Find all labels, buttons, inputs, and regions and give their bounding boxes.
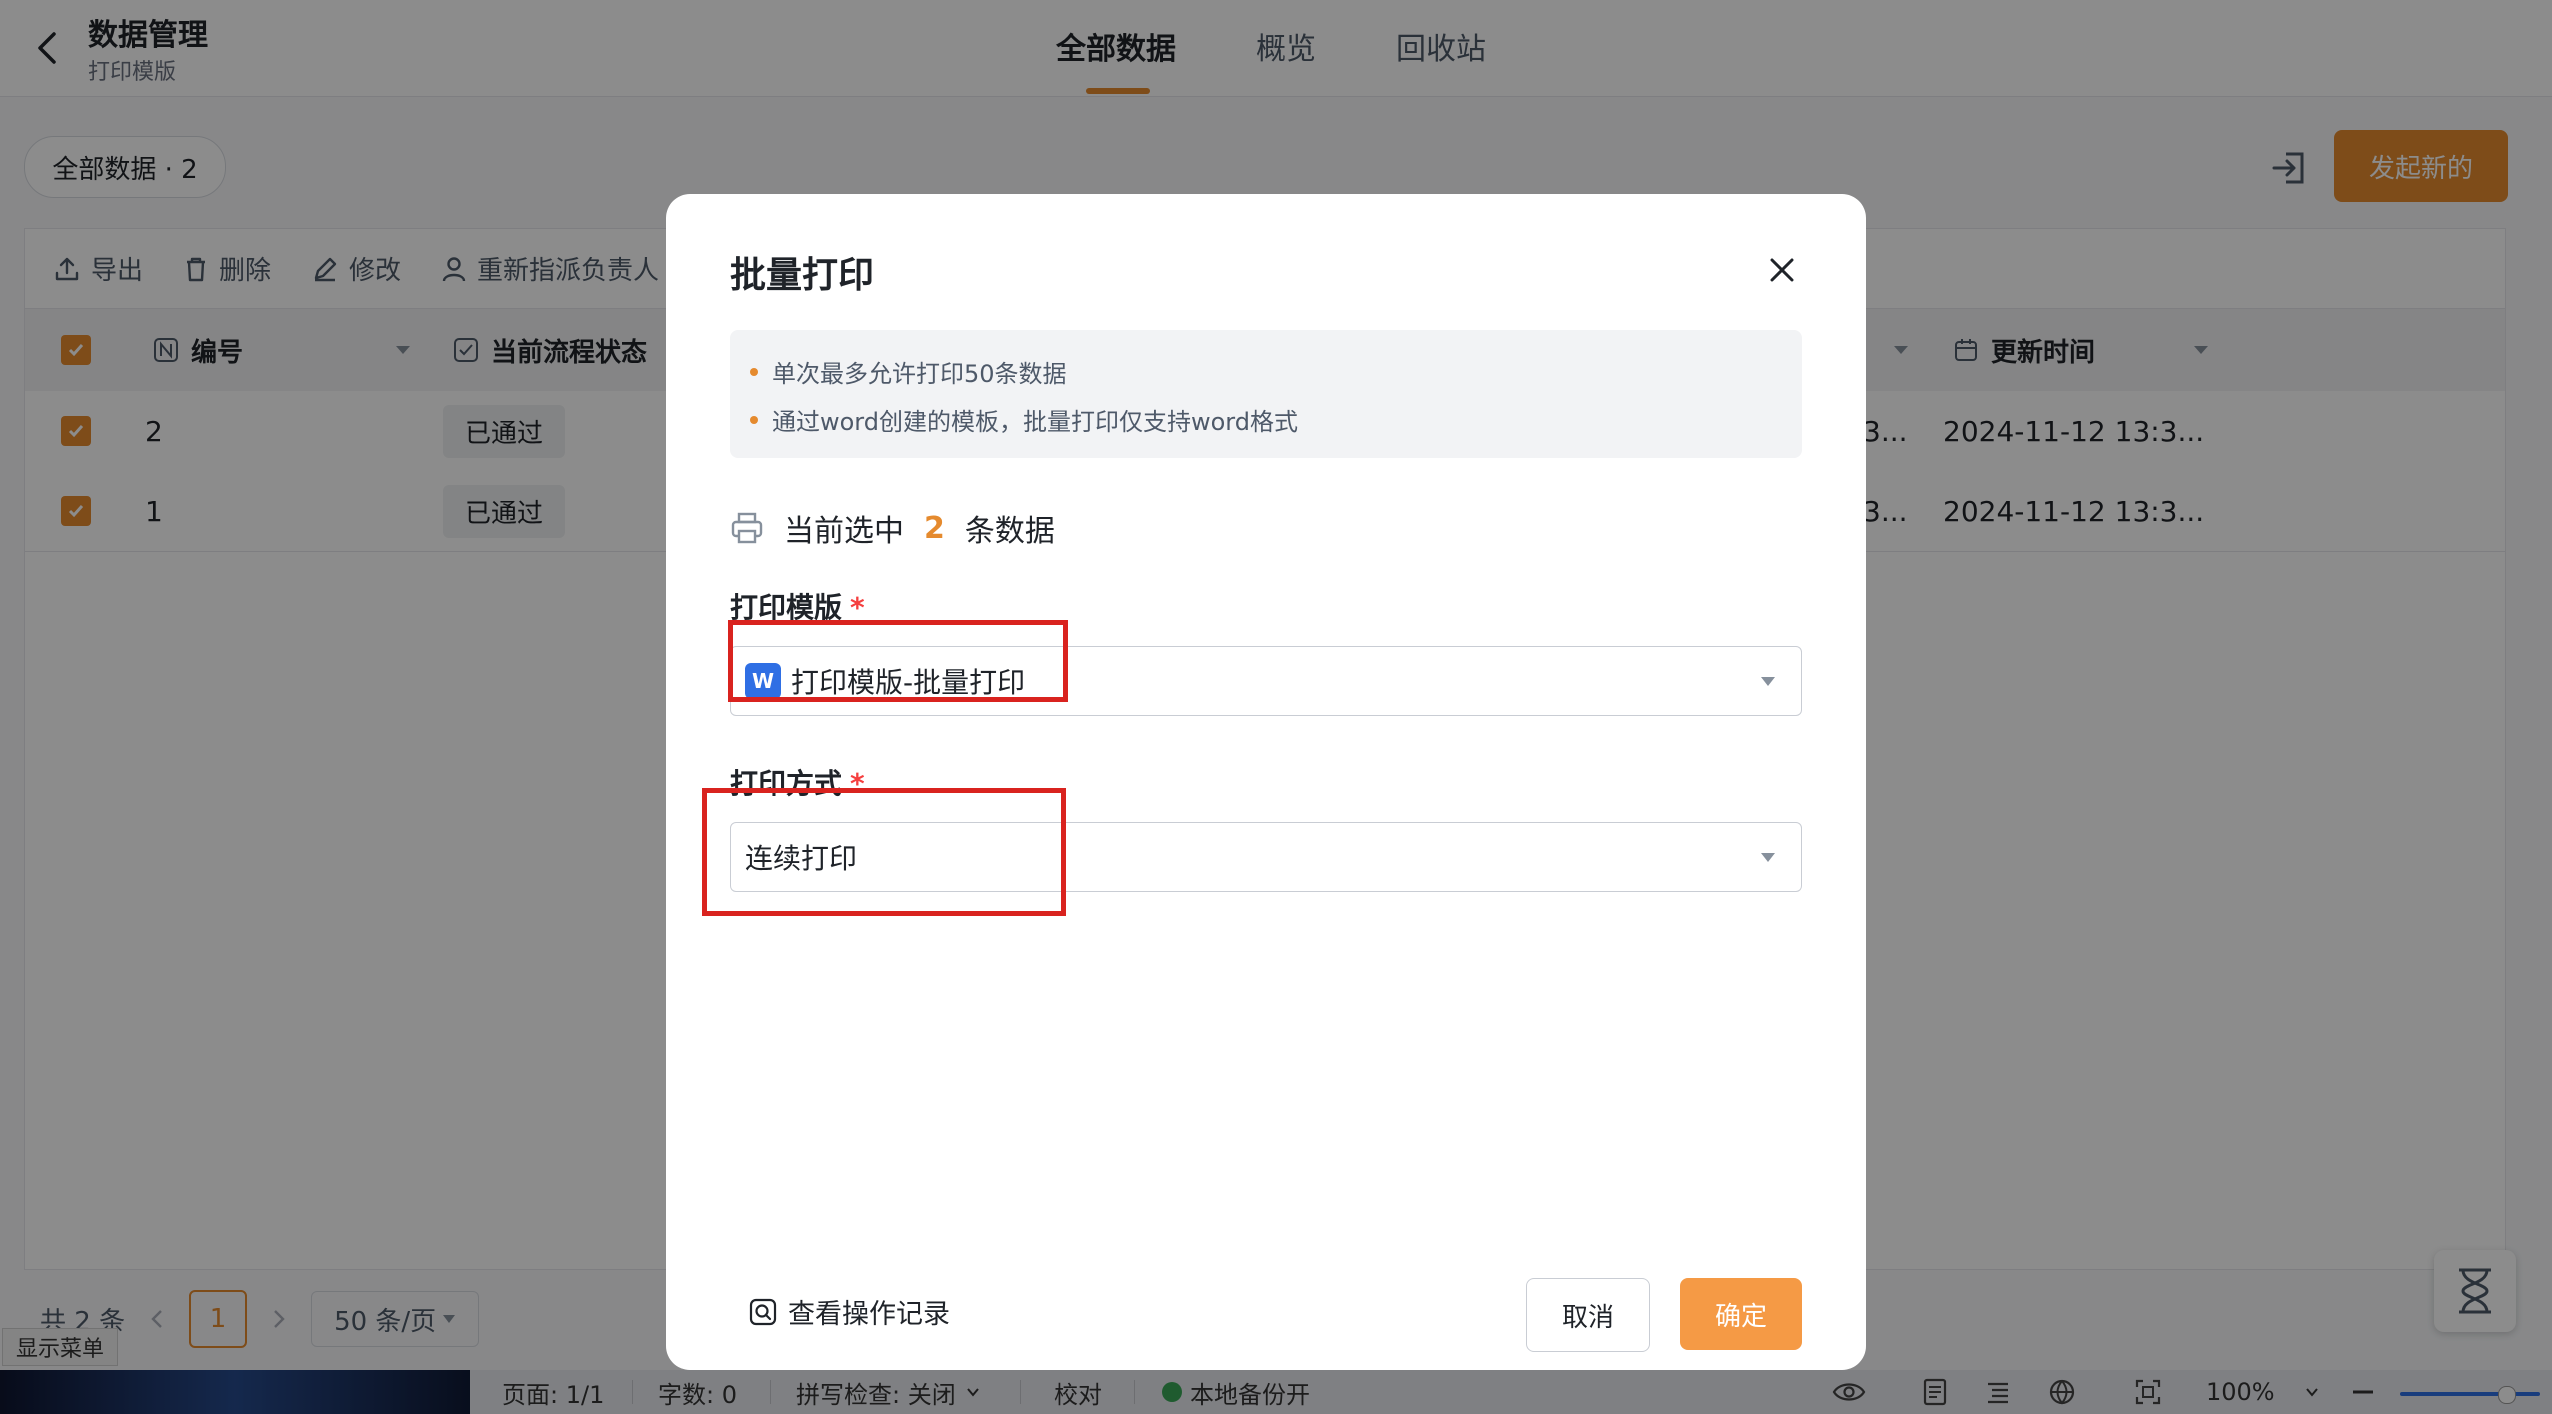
- view-log-label: 查看操作记录: [788, 1299, 950, 1330]
- caret-down-icon: [1761, 677, 1775, 686]
- app-root: 数据管理 打印模版 全部数据 概览 回收站 全部数据 · 2 发起新的 导出 删…: [0, 0, 2552, 1414]
- selected-suffix: 条数据: [964, 514, 1055, 549]
- notice-text: 通过word创建的模板，批量打印仅支持word格式: [772, 408, 1298, 436]
- notice-box: 单次最多允许打印50条数据 通过word创建的模板，批量打印仅支持word格式: [730, 330, 1802, 458]
- notice-item: 单次最多允许打印50条数据: [750, 354, 1067, 389]
- batch-print-dialog: 批量打印 单次最多允许打印50条数据 通过word创建的模板，批量打印仅支持wo…: [666, 194, 1866, 1370]
- close-icon[interactable]: [1762, 250, 1802, 290]
- notice-text: 单次最多允许打印50条数据: [772, 360, 1067, 388]
- notice-item: 通过word创建的模板，批量打印仅支持word格式: [750, 402, 1298, 437]
- annotation-highlight-method: [702, 788, 1066, 916]
- bullet-dot: [750, 367, 758, 376]
- dialog-title: 批量打印: [730, 255, 875, 296]
- search-record-icon: [749, 1298, 777, 1325]
- selected-count-info: 当前选中 2 条数据: [730, 506, 1055, 550]
- view-log-link[interactable]: 查看操作记录: [748, 1292, 950, 1331]
- annotation-highlight-template: [728, 620, 1068, 702]
- selected-prefix: 当前选中: [784, 514, 904, 549]
- bullet-dot: [750, 415, 758, 424]
- caret-down-icon: [1761, 853, 1775, 862]
- printer-icon: [731, 512, 763, 544]
- cancel-button[interactable]: 取消: [1526, 1278, 1650, 1352]
- selected-count: 2: [924, 510, 945, 546]
- confirm-button[interactable]: 确定: [1680, 1278, 1802, 1350]
